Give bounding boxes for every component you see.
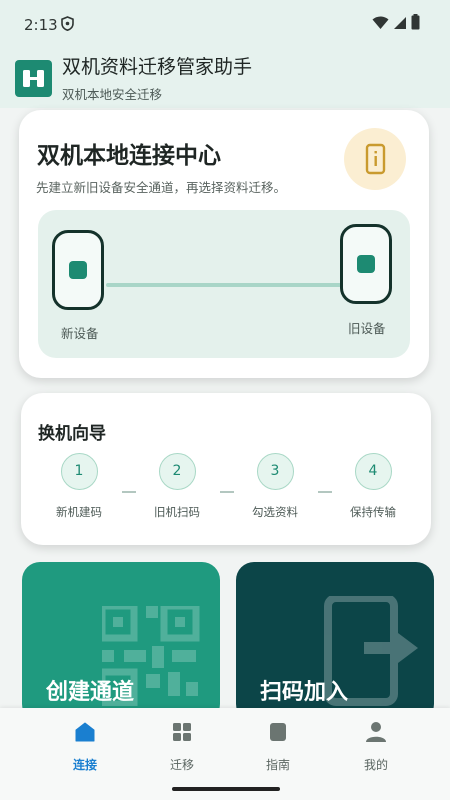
app-logo <box>15 60 52 97</box>
nav-tab-migrate[interactable]: 迁移 <box>152 720 212 773</box>
guide-step: 4 保持传输 <box>328 453 418 520</box>
shield-icon <box>61 16 74 35</box>
step-label: 新机建码 <box>56 505 102 519</box>
guide-step: 1 新机建码 <box>34 453 124 520</box>
app-title: 双机资料迁移管家助手 <box>62 56 253 78</box>
status-icons <box>372 14 420 34</box>
nav-label-migrate: 迁移 <box>169 758 194 772</box>
new-device-icon <box>52 230 104 310</box>
hero-title: 双机本地连接中心 <box>37 143 221 169</box>
guide-title: 换机向导 <box>38 424 106 444</box>
switch-guide-card: 换机向导 1 新机建码 2 旧机扫码 3 勾选资料 4 保持传输 <box>21 393 431 545</box>
home-icon <box>55 720 115 744</box>
person-icon <box>346 720 406 744</box>
create-channel-label: 创建通道 <box>46 680 135 705</box>
wifi-icon <box>372 15 389 34</box>
hero-description: 先建立新旧设备安全通道，再选择资料迁移。 <box>36 180 287 195</box>
nav-tab-guide[interactable]: 指南 <box>248 720 308 773</box>
nav-label-connect: 连接 <box>72 758 97 772</box>
phone-info-icon <box>344 128 406 190</box>
battery-icon <box>411 14 420 34</box>
nav-tab-profile[interactable]: 我的 <box>346 720 406 773</box>
step-label: 保持传输 <box>350 505 396 519</box>
nav-label-profile: 我的 <box>363 758 388 772</box>
guide-step: 2 旧机扫码 <box>132 453 222 520</box>
connection-center-card: 双机本地连接中心 先建立新旧设备安全通道，再选择资料迁移。 新设备 旧设备 <box>19 110 429 378</box>
step-label: 勾选资料 <box>252 505 298 519</box>
guide-step: 3 勾选资料 <box>230 453 320 520</box>
step-number: 1 <box>60 453 98 490</box>
old-device-label: 旧设备 <box>348 321 386 336</box>
status-time: 2:13 <box>24 16 58 34</box>
link-line <box>106 283 342 287</box>
scan-join-label: 扫码加入 <box>260 680 349 705</box>
grid-icon <box>152 720 212 744</box>
step-number: 3 <box>256 453 294 490</box>
nav-label-guide: 指南 <box>265 758 290 772</box>
new-device-label: 新设备 <box>61 326 99 341</box>
old-device-icon <box>340 224 392 304</box>
signal-icon <box>393 15 407 34</box>
scan-join-button[interactable]: 扫码加入 <box>236 562 434 722</box>
home-indicator[interactable] <box>172 787 280 791</box>
status-bar: 2:13 <box>0 0 450 48</box>
step-label: 旧机扫码 <box>154 505 200 519</box>
nav-tab-connect[interactable]: 连接 <box>55 720 115 773</box>
step-number: 4 <box>354 453 392 490</box>
app-subtitle: 双机本地安全迁移 <box>62 87 163 102</box>
guide-icon <box>248 720 308 744</box>
device-link-panel: 新设备 旧设备 <box>38 210 410 358</box>
step-number: 2 <box>158 453 196 490</box>
create-channel-button[interactable]: 创建通道 <box>22 562 220 722</box>
